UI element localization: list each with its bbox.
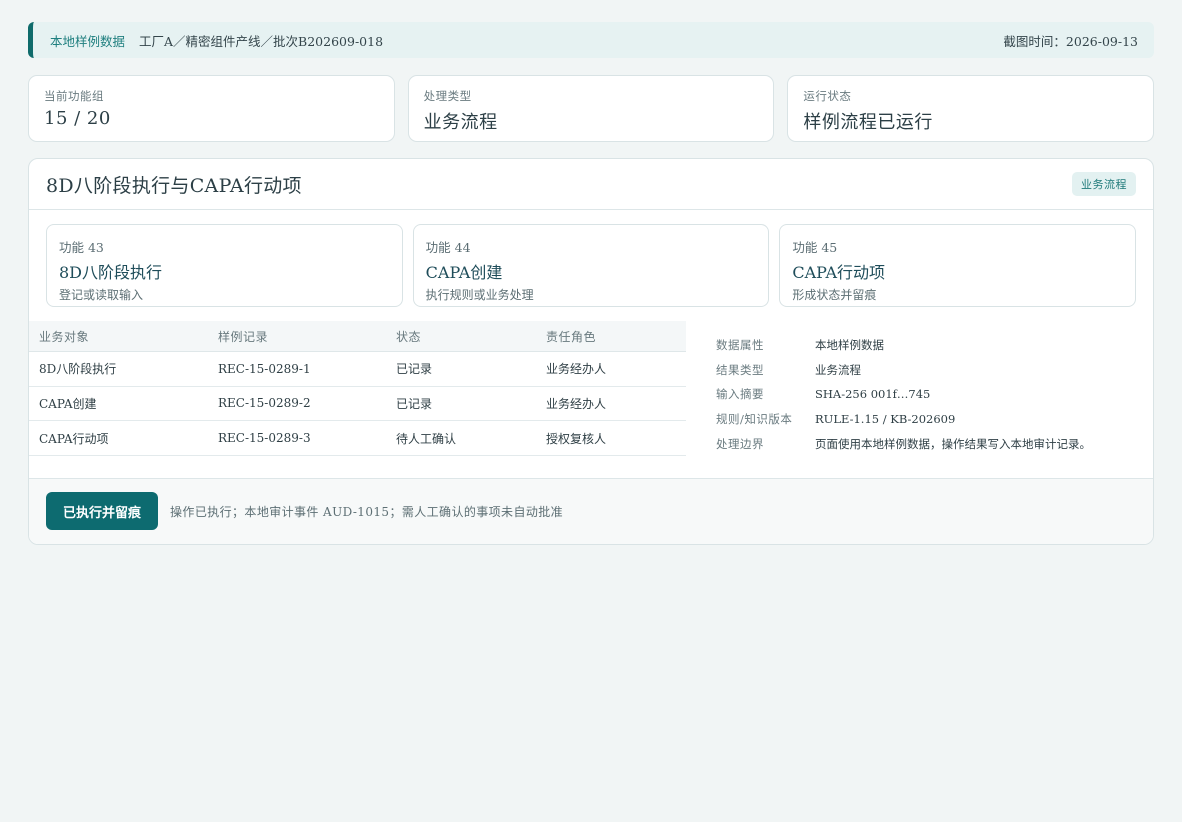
cell-role: 业务经办人 bbox=[536, 386, 686, 422]
cell-object: 8D八阶段执行 bbox=[29, 351, 208, 387]
stat-card-function-group: 当前功能组 15 / 20 bbox=[28, 75, 395, 142]
screenshot-time: 截图时间：2026-09-13 bbox=[1003, 33, 1138, 49]
property-row: 处理边界 页面使用本地样例数据，操作结果写入本地审计记录。 bbox=[716, 431, 1153, 456]
function-name: CAPA行动项 bbox=[792, 263, 885, 282]
stat-value: 15 / 20 bbox=[44, 108, 111, 129]
function-name: 8D八阶段执行 bbox=[59, 263, 163, 282]
cell-role: 业务经办人 bbox=[536, 351, 686, 387]
records-table: 业务对象 样例记录 状态 责任角色 8D八阶段执行 REC-15-0289-1 … bbox=[29, 321, 686, 456]
stat-cards: 当前功能组 15 / 20 处理类型 业务流程 运行状态 样例流程已运行 bbox=[28, 75, 1155, 142]
table-row[interactable]: CAPA行动项 REC-15-0289-3 待人工确认 授权复核人 bbox=[29, 420, 686, 456]
table-row[interactable]: 8D八阶段执行 REC-15-0289-1 已记录 业务经办人 bbox=[29, 351, 686, 387]
property-key: 处理边界 bbox=[716, 436, 764, 451]
cell-object: CAPA行动项 bbox=[29, 420, 208, 456]
context-bar: 本地样例数据 工厂A／精密组件产线／批次B202609-018 截图时间：202… bbox=[28, 22, 1154, 58]
stat-label: 当前功能组 bbox=[44, 89, 104, 103]
property-value: 业务流程 bbox=[815, 362, 861, 377]
property-key: 输入摘要 bbox=[716, 387, 764, 402]
property-row: 结果类型 业务流程 bbox=[716, 358, 1153, 383]
function-name: CAPA创建 bbox=[425, 263, 503, 282]
workflow-panel: 8D八阶段执行与CAPA行动项 业务流程 功能 43 8D八阶段执行 登记或读取… bbox=[28, 158, 1154, 545]
panel-body: 业务对象 样例记录 状态 责任角色 8D八阶段执行 REC-15-0289-1 … bbox=[29, 321, 1153, 478]
property-key: 规则/知识版本 bbox=[716, 412, 793, 427]
property-row: 数据属性 本地样例数据 bbox=[716, 333, 1153, 358]
cell-object: CAPA创建 bbox=[29, 386, 208, 422]
properties-list: 数据属性 本地样例数据 结果类型 业务流程 输入摘要 SHA-256 001f…… bbox=[686, 321, 1153, 456]
cell-record: REC-15-0289-2 bbox=[208, 386, 386, 422]
cell-status: 待人工确认 bbox=[386, 420, 536, 456]
cell-role: 授权复核人 bbox=[536, 420, 686, 456]
action-footer: 已执行并留痕 操作已执行；本地审计事件 AUD-1015；需人工确认的事项未自动… bbox=[29, 477, 1153, 544]
table-row[interactable]: CAPA创建 REC-15-0289-2 已记录 业务经办人 bbox=[29, 386, 686, 422]
page: 本地样例数据 工厂A／精密组件产线／批次B202609-018 截图时间：202… bbox=[28, 22, 1155, 545]
function-number: 功能 44 bbox=[425, 240, 471, 255]
property-key: 数据属性 bbox=[716, 338, 764, 353]
property-value: 页面使用本地样例数据，操作结果写入本地审计记录。 bbox=[815, 436, 1091, 451]
function-cards: 功能 43 8D八阶段执行 登记或读取输入 功能 44 CAPA创建 执行规则或… bbox=[29, 210, 1153, 321]
function-card-45[interactable]: 功能 45 CAPA行动项 形成状态并留痕 bbox=[779, 224, 1137, 307]
table-header-row: 业务对象 样例记录 状态 责任角色 bbox=[29, 321, 686, 352]
stat-card-process-type: 处理类型 业务流程 bbox=[407, 75, 775, 142]
function-card-44[interactable]: 功能 44 CAPA创建 执行规则或业务处理 bbox=[412, 224, 770, 307]
data-source-label: 本地样例数据 bbox=[50, 33, 126, 49]
function-desc: 形成状态并留痕 bbox=[792, 288, 877, 302]
executed-button[interactable]: 已执行并留痕 bbox=[46, 492, 159, 531]
cell-record: REC-15-0289-3 bbox=[208, 420, 386, 456]
panel-header: 8D八阶段执行与CAPA行动项 业务流程 bbox=[29, 159, 1153, 210]
breadcrumb: 工厂A／精密组件产线／批次B202609-018 bbox=[139, 33, 384, 49]
function-desc: 登记或读取输入 bbox=[59, 288, 144, 302]
stat-value: 样例流程已运行 bbox=[803, 112, 933, 133]
column-header-record: 样例记录 bbox=[208, 321, 386, 352]
property-key: 结果类型 bbox=[716, 362, 764, 377]
stat-value: 业务流程 bbox=[423, 112, 498, 133]
cell-record: REC-15-0289-1 bbox=[208, 351, 386, 387]
type-badge: 业务流程 bbox=[1072, 172, 1136, 196]
property-row: 规则/知识版本 RULE-1.15 / KB-202609 bbox=[716, 407, 1153, 432]
column-header-role: 责任角色 bbox=[536, 321, 686, 352]
property-value: RULE-1.15 / KB-202609 bbox=[815, 412, 956, 427]
property-value: 本地样例数据 bbox=[815, 338, 884, 353]
audit-note: 操作已执行；本地审计事件 AUD-1015；需人工确认的事项未自动批准 bbox=[170, 504, 564, 519]
property-row: 输入摘要 SHA-256 001f…745 bbox=[716, 382, 1153, 407]
cell-status: 已记录 bbox=[386, 351, 536, 387]
property-value: SHA-256 001f…745 bbox=[815, 387, 931, 402]
function-number: 功能 43 bbox=[59, 240, 104, 255]
stat-card-run-status: 运行状态 样例流程已运行 bbox=[787, 75, 1155, 142]
function-number: 功能 45 bbox=[792, 240, 838, 255]
stat-label: 运行状态 bbox=[803, 89, 852, 103]
column-header-object: 业务对象 bbox=[29, 321, 208, 352]
function-card-43[interactable]: 功能 43 8D八阶段执行 登记或读取输入 bbox=[46, 224, 403, 307]
cell-status: 已记录 bbox=[386, 386, 536, 422]
column-header-status: 状态 bbox=[386, 321, 536, 352]
stat-label: 处理类型 bbox=[423, 89, 472, 103]
function-desc: 执行规则或业务处理 bbox=[425, 288, 534, 302]
panel-title: 8D八阶段执行与CAPA行动项 bbox=[46, 174, 302, 197]
